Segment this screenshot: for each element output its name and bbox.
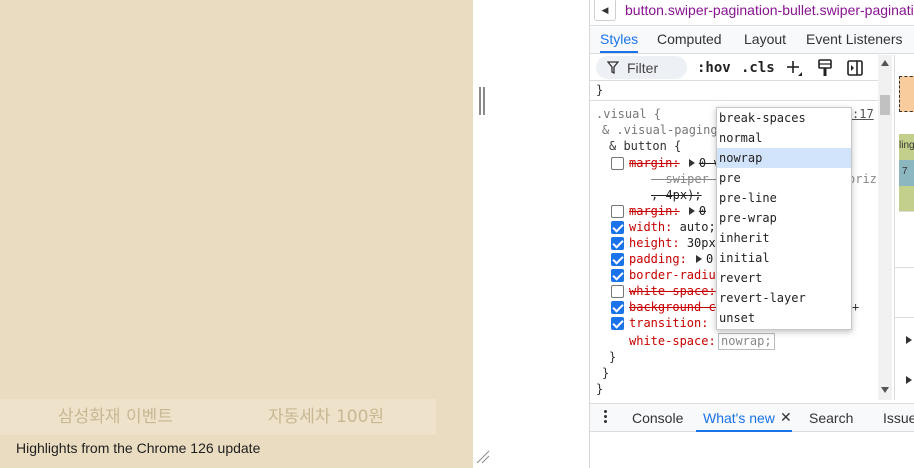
- paint-brush-icon[interactable]: [815, 58, 835, 78]
- declaration-background-color[interactable]: background-co: [629, 299, 723, 315]
- rule-close-brace: }: [596, 83, 604, 97]
- box-model-padding-bottom: [899, 186, 914, 211]
- declaration-margin-1[interactable]: margin: 0 v: [629, 155, 721, 171]
- filter-icon: [607, 61, 619, 75]
- whats-new-headline: Highlights from the Chrome 126 update: [16, 440, 261, 456]
- declaration-checkbox[interactable]: [611, 301, 624, 314]
- rule-nested-selector-button[interactable]: & button {: [609, 138, 681, 154]
- suggestion-item[interactable]: revert: [717, 268, 851, 288]
- declaration-width[interactable]: width: auto;: [629, 219, 716, 235]
- styles-toolbar: Filter :hov .cls: [590, 55, 878, 81]
- declaration-transition[interactable]: transition:: [629, 315, 728, 331]
- declaration-padding[interactable]: padding: 0: [629, 251, 713, 267]
- declaration-checkbox[interactable]: [611, 221, 624, 234]
- rule-close-brace: }: [609, 350, 617, 364]
- filter-placeholder: Filter: [627, 60, 659, 76]
- breadcrumb-back-button[interactable]: ◀: [594, 0, 616, 21]
- declaration-margin-2[interactable]: margin: 0: [629, 203, 706, 219]
- declaration-var: --swiper-p: [651, 172, 724, 186]
- drawer-tab-whats-new[interactable]: What's new: [703, 410, 775, 426]
- declaration-continuation: , 4px);: [651, 188, 702, 202]
- source-link[interactable]: :17: [852, 106, 874, 122]
- tab-layout[interactable]: Layout: [744, 27, 786, 53]
- suggestion-item[interactable]: pre: [717, 168, 851, 188]
- drawer-tabs: Console What's new ✕ Search Issue: [590, 403, 914, 432]
- page-viewport: 삼성화재 이벤트 자동세차 100원: [0, 0, 473, 468]
- rule-nested-selector[interactable]: & .visual-paging: [602, 122, 718, 138]
- pagination-bullet-2[interactable]: 자동세차 100원: [268, 399, 384, 435]
- scroll-down-arrow-icon[interactable]: [881, 387, 889, 393]
- tab-event-listeners[interactable]: Event Listeners: [806, 27, 903, 53]
- declaration-border-radius[interactable]: border-radius: [629, 267, 723, 283]
- drawer-tab-search[interactable]: Search: [809, 410, 853, 426]
- scroll-up-arrow-icon[interactable]: [881, 60, 889, 66]
- suggestion-item[interactable]: unset: [717, 308, 851, 328]
- visual-pagination: 삼성화재 이벤트 자동세차 100원: [0, 399, 436, 435]
- suggestion-item[interactable]: break-spaces: [717, 108, 851, 128]
- active-tab-indicator: [696, 430, 792, 432]
- suggestion-item[interactable]: normal: [717, 128, 851, 148]
- tab-styles[interactable]: Styles: [600, 27, 639, 53]
- suggestion-item[interactable]: inherit: [717, 228, 851, 248]
- drawer-menu-icon[interactable]: [603, 409, 609, 425]
- suggestion-item[interactable]: pre-wrap: [717, 208, 851, 228]
- suggestion-item[interactable]: initial: [717, 248, 851, 268]
- rule-close-brace: }: [602, 366, 610, 380]
- hov-toggle[interactable]: :hov: [697, 60, 731, 76]
- declaration-height[interactable]: height: 30px: [629, 235, 716, 251]
- box-model-margin: [899, 76, 914, 112]
- declaration-white-space-old[interactable]: white-space:: [629, 283, 716, 299]
- declaration-var-tail: oriz: [848, 172, 877, 186]
- expand-arrow-icon[interactable]: [906, 376, 912, 384]
- drawer-tab-issues[interactable]: Issue: [883, 410, 914, 426]
- declaration-checkbox[interactable]: [611, 253, 624, 266]
- declaration-checkbox[interactable]: [611, 157, 624, 170]
- panel-tabs: Styles Computed Layout Event Listeners: [590, 27, 914, 54]
- split-drag-handle[interactable]: [479, 87, 487, 115]
- box-model-sidebar: ling 7: [894, 55, 914, 400]
- declaration-background-tail: +: [852, 300, 860, 314]
- filter-input[interactable]: Filter: [596, 56, 687, 79]
- declaration-checkbox[interactable]: [611, 205, 624, 218]
- box-model-rest: [899, 211, 914, 321]
- value-editor-input[interactable]: nowrap;: [718, 333, 775, 350]
- new-style-rule-icon[interactable]: [784, 58, 804, 78]
- suggestion-item-selected[interactable]: nowrap: [717, 148, 851, 168]
- split-gutter: [473, 0, 589, 468]
- tab-computed[interactable]: Computed: [657, 27, 722, 53]
- cls-toggle[interactable]: .cls: [741, 60, 775, 76]
- box-model-padding: ling: [899, 134, 914, 160]
- box-model-content: 7: [899, 160, 914, 186]
- declaration-checkbox[interactable]: [611, 269, 624, 282]
- scroll-thumb[interactable]: [880, 95, 890, 115]
- declaration-white-space-new[interactable]: white-space:: [629, 333, 716, 349]
- suggestion-item[interactable]: pre-line: [717, 188, 851, 208]
- declaration-checkbox[interactable]: [611, 237, 624, 250]
- rule-divider: [590, 100, 878, 101]
- breadcrumb: ◀ button.swiper-pagination-bullet.swiper…: [590, 0, 914, 26]
- drawer-tab-console[interactable]: Console: [632, 410, 683, 426]
- declaration-checkbox[interactable]: [611, 317, 624, 330]
- resize-corner-icon[interactable]: [474, 448, 490, 464]
- styles-scrollbar[interactable]: [878, 55, 892, 400]
- declaration-checkbox[interactable]: [611, 285, 624, 298]
- suggestion-item[interactable]: revert-layer: [717, 288, 851, 308]
- rule-close-brace: }: [596, 382, 604, 396]
- close-icon[interactable]: ✕: [780, 409, 792, 426]
- expand-arrow-icon[interactable]: [906, 336, 912, 344]
- pagination-bullet-1[interactable]: 삼성화재 이벤트: [58, 399, 173, 435]
- rule-selector[interactable]: .visual {: [596, 106, 661, 122]
- autocomplete-dropdown: break-spaces normal nowrap pre pre-line …: [716, 107, 852, 330]
- breadcrumb-node[interactable]: button.swiper-pagination-bullet.swiper-p…: [625, 2, 914, 18]
- toggle-sidebar-icon[interactable]: [845, 58, 865, 78]
